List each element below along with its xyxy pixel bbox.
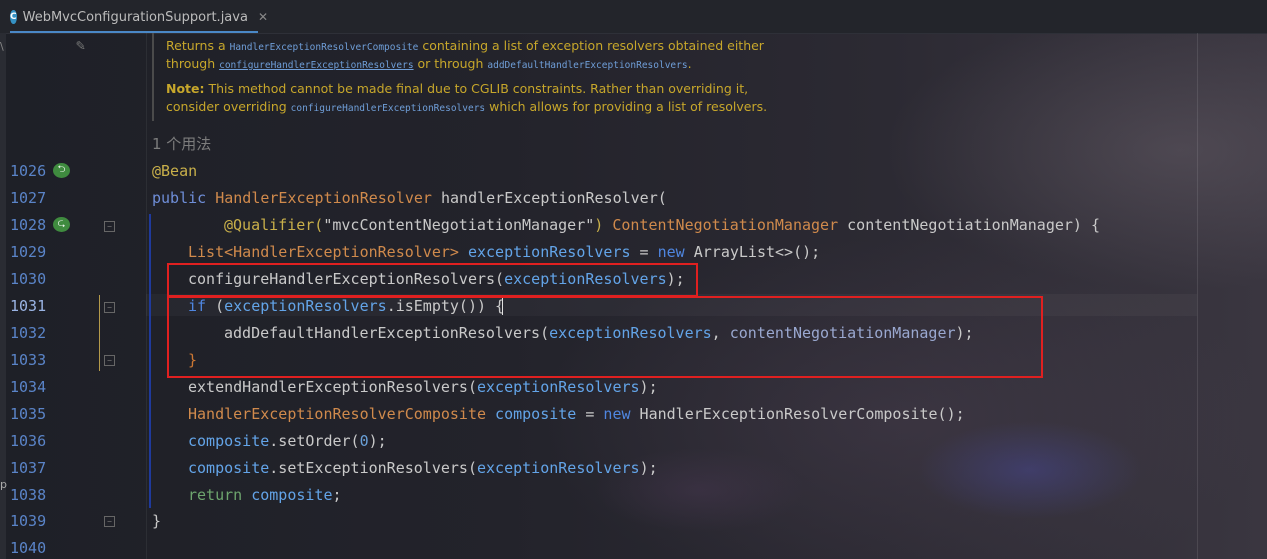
doc-text: which allows for providing a list of res…	[485, 99, 768, 114]
close-icon[interactable]: ✕	[258, 10, 268, 24]
doc-code-ref[interactable]: addDefaultHandlerExceptionResolvers	[487, 60, 687, 71]
doc-line: through configureHandlerExceptionResolve…	[166, 55, 692, 75]
annotation-token: @Bean	[152, 162, 198, 180]
tab-filename: WebMvcConfigurationSupport.java	[22, 9, 248, 25]
line-number: 1033	[10, 351, 47, 369]
line-number: 1038	[10, 486, 47, 504]
rendered-javadoc: Returns a HandlerExceptionResolverCompos…	[152, 33, 794, 121]
tab-webmvcconfigurationsupport[interactable]: C WebMvcConfigurationSupport.java ✕	[10, 3, 268, 33]
variable-token: composite	[188, 432, 270, 450]
operator-token: =	[576, 405, 604, 423]
doc-line: Note: This method cannot be made final d…	[166, 80, 748, 98]
code-line-1028[interactable]: @Qualifier("mvcContentNegotiationManager…	[224, 216, 1100, 234]
type-token: List<	[188, 243, 234, 261]
line-number: 1036	[10, 432, 47, 450]
code-line-1035[interactable]: HandlerExceptionResolverComposite compos…	[188, 405, 965, 423]
code-line-1038[interactable]: return composite;	[188, 486, 342, 504]
code-line-1034[interactable]: extendHandlerExceptionResolvers(exceptio…	[188, 378, 658, 396]
type-token: ContentNegotiationManager	[612, 216, 839, 234]
line-number: 1032	[10, 324, 47, 342]
line-number: 1030	[10, 270, 47, 288]
doc-text: .	[687, 56, 692, 71]
scope-indicator	[149, 214, 151, 508]
line-number: 1035	[10, 405, 47, 423]
line-number: 1034	[10, 378, 47, 396]
doc-line: Returns a HandlerExceptionResolverCompos…	[166, 37, 764, 57]
operator-token: =	[630, 243, 658, 261]
param-token: contentNegotiationManager) {	[838, 216, 1101, 234]
editor-tab-bar: C WebMvcConfigurationSupport.java ✕	[0, 0, 1267, 34]
line-number: 1027	[10, 189, 47, 207]
doc-text: This method cannot be made final due to …	[204, 81, 749, 96]
type-token: >	[449, 243, 468, 261]
doc-text: or through	[413, 56, 488, 71]
line-number: 1039	[10, 512, 47, 530]
fold-icon[interactable]: −	[104, 355, 115, 366]
line-number: 1029	[10, 243, 47, 261]
annotation-token: )	[594, 216, 604, 234]
fold-icon[interactable]: −	[104, 221, 115, 232]
string-token: "mvcContentNegotiationManager"	[323, 216, 595, 234]
doc-text: through	[166, 56, 220, 71]
override-arrow-icon[interactable]: ⮌	[53, 163, 70, 178]
line-number: 1028	[10, 216, 47, 234]
line-number: 1031	[10, 297, 47, 315]
pencil-icon[interactable]: ✎	[76, 36, 85, 54]
variable-token: exceptionResolvers	[476, 378, 640, 396]
code-text: HandlerExceptionResolverComposite();	[630, 405, 965, 423]
number-token: 0	[359, 432, 369, 450]
code-line-1036[interactable]: composite.setOrder(0);	[188, 432, 387, 450]
doc-text: consider overriding	[166, 99, 291, 114]
variable-token: composite	[242, 486, 333, 504]
keyword-token: new	[657, 243, 685, 261]
variable-token: composite	[486, 405, 577, 423]
doc-link[interactable]: configureHandlerExceptionResolvers	[219, 60, 413, 71]
doc-line: consider overriding configureHandlerExce…	[166, 98, 767, 118]
code-line-1029[interactable]: List<HandlerExceptionResolver> exception…	[188, 243, 820, 261]
method-name-token: handlerExceptionResolver(	[431, 189, 667, 207]
doc-text: Returns a	[166, 38, 230, 53]
fold-icon[interactable]: −	[104, 302, 115, 313]
method-call-token: .setExceptionResolvers(	[269, 459, 477, 477]
line-number: 1037	[10, 459, 47, 477]
method-call-token: .setOrder(	[269, 432, 360, 450]
code-text: );	[639, 459, 658, 477]
line-number: 1040	[10, 539, 47, 557]
highlight-box-if-block	[167, 296, 1043, 378]
code-text: );	[368, 432, 387, 450]
doc-code-ref[interactable]: HandlerExceptionResolverComposite	[230, 42, 419, 53]
keyword-token: return	[188, 486, 243, 504]
doc-code-ref[interactable]: configureHandlerExceptionResolvers	[291, 103, 485, 114]
line-number: 1026	[10, 162, 47, 180]
editor-gutter	[6, 33, 146, 559]
variable-token: composite	[188, 459, 270, 477]
type-token: HandlerExceptionResolverComposite	[188, 405, 487, 423]
highlight-box-configure	[167, 263, 698, 297]
type-token: HandlerExceptionResolver	[233, 243, 450, 261]
method-call-token: extendHandlerExceptionResolvers(	[188, 378, 477, 396]
right-margin-guide	[1197, 33, 1198, 559]
fold-icon[interactable]: −	[104, 516, 115, 527]
doc-text: containing a list of exception resolvers…	[418, 38, 764, 53]
usages-hint[interactable]: 1 个用法	[152, 133, 211, 154]
keyword-token: public	[152, 189, 207, 207]
code-line-1037[interactable]: composite.setExceptionResolvers(exceptio…	[188, 459, 658, 477]
override-arrow-icon[interactable]: ⮎	[53, 217, 70, 232]
annotation-token: @Qualifier(	[224, 216, 324, 234]
change-marker	[99, 295, 100, 371]
code-line-1026[interactable]: @Bean	[152, 162, 197, 180]
variable-token: exceptionResolvers	[467, 243, 631, 261]
brace-token: }	[152, 512, 162, 530]
java-class-icon: C	[10, 10, 17, 24]
doc-note-label: Note:	[166, 81, 205, 96]
code-text: );	[639, 378, 658, 396]
variable-token: exceptionResolvers	[477, 459, 640, 477]
code-text: ;	[332, 486, 342, 504]
code-line-1039[interactable]: }	[152, 512, 161, 530]
type-token: HandlerExceptionResolver	[215, 189, 432, 207]
code-line-1027[interactable]: public HandlerExceptionResolver handlerE…	[152, 189, 667, 207]
code-text: ArrayList<>();	[684, 243, 821, 261]
keyword-token: new	[603, 405, 631, 423]
left-strip-mark: \	[0, 40, 4, 53]
